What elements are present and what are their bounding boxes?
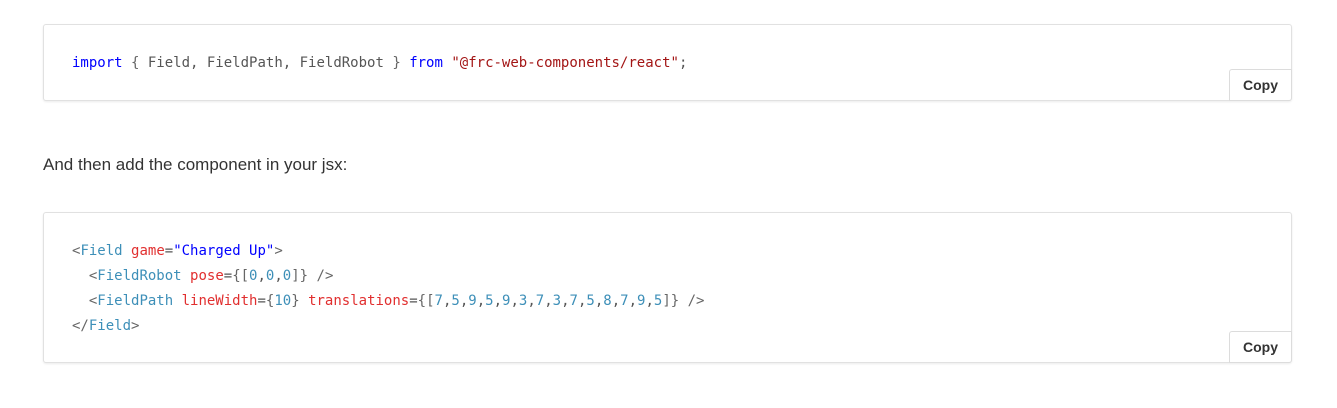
code-token: , — [594, 293, 604, 309]
code-line: <FieldRobot pose={[0,0,0]} /> — [72, 268, 334, 284]
code-block-jsx: <Field game="Charged Up"> <FieldRobot po… — [43, 212, 1292, 363]
code-token: FieldPath — [97, 293, 174, 309]
code-token: , — [561, 293, 570, 309]
code-token: {[ — [232, 268, 250, 284]
code-token: Field — [88, 318, 132, 334]
code-token: , — [510, 293, 519, 309]
code-token: ]} — [662, 293, 680, 309]
code-token: = — [409, 293, 418, 309]
copy-button[interactable]: Copy — [1229, 331, 1292, 363]
code-token: 9 — [468, 293, 477, 309]
code-token: = — [223, 268, 233, 284]
code-token: from — [409, 55, 443, 71]
code-token: , — [493, 293, 503, 309]
code-token: /> — [308, 268, 334, 284]
code-line: import { Field, FieldPath, FieldRobot } … — [72, 55, 687, 71]
code-token: = — [164, 243, 174, 259]
code-token: "@frc-web-components/react" — [451, 55, 679, 71]
code-token: import — [72, 55, 123, 71]
code-token: 5 — [451, 293, 460, 309]
copy-button[interactable]: Copy — [1229, 69, 1292, 101]
code-token: , — [527, 293, 536, 309]
code-token: 0 — [282, 268, 292, 284]
code-token: , — [476, 293, 486, 309]
code-token: 7 — [434, 293, 443, 309]
code-token: 5 — [586, 293, 595, 309]
code-token: Field, FieldPath, FieldRobot — [139, 55, 393, 71]
code-token: , — [645, 293, 654, 309]
code-token: ]} — [291, 268, 309, 284]
code-token: , — [628, 293, 638, 309]
code-token: "Charged Up" — [173, 243, 275, 259]
code-token: </ — [72, 318, 89, 334]
code-token: 3 — [552, 293, 562, 309]
code-token: 5 — [485, 293, 494, 309]
code-token: {[ — [417, 293, 435, 309]
code-token: FieldRobot — [97, 268, 182, 284]
code-token: , — [611, 293, 621, 309]
code-token: , — [274, 268, 283, 284]
code-token: } — [392, 55, 401, 71]
code-token: 8 — [603, 293, 612, 309]
code-token: , — [459, 293, 469, 309]
code-token: translations — [308, 293, 410, 309]
instruction-text: And then add the component in your jsx: — [43, 155, 348, 174]
code-token: lineWidth — [181, 293, 258, 309]
code-content: import { Field, FieldPath, FieldRobot } … — [72, 51, 687, 76]
code-token: 7 — [620, 293, 629, 309]
code-token: > — [131, 318, 140, 334]
code-token: = — [257, 293, 266, 309]
code-content: <Field game="Charged Up"> <FieldRobot po… — [72, 239, 704, 339]
code-token: pose — [190, 268, 224, 284]
code-token: /> — [679, 293, 705, 309]
code-token: > — [274, 243, 283, 259]
code-token: } — [291, 293, 300, 309]
code-token: , — [257, 268, 266, 284]
code-token: game — [131, 243, 165, 259]
code-token: 7 — [569, 293, 578, 309]
code-token: Field — [80, 243, 123, 259]
code-token: 10 — [274, 293, 292, 309]
code-token: , — [544, 293, 553, 309]
code-line: <Field game="Charged Up"> — [72, 243, 283, 259]
code-line: <FieldPath lineWidth={10} translations={… — [72, 293, 705, 309]
code-block-import: import { Field, FieldPath, FieldRobot } … — [43, 24, 1292, 101]
code-token: ; — [678, 55, 688, 71]
code-token: 7 — [535, 293, 545, 309]
code-line: </Field> — [72, 318, 139, 334]
